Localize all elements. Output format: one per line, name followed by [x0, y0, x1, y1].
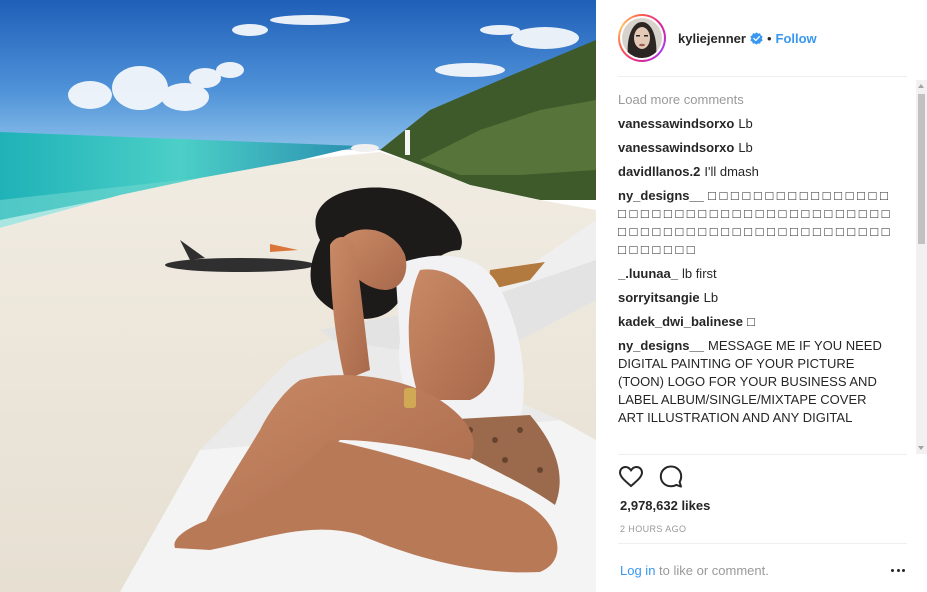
- comment-item: _.luunaa_ lb first: [618, 265, 894, 283]
- comment-username[interactable]: _.luunaa_: [618, 266, 678, 281]
- comment-username[interactable]: vanessawindsorxo: [618, 140, 734, 155]
- comment-text: I'll dmash: [704, 164, 759, 179]
- scrollbar-thumb[interactable]: [918, 94, 925, 244]
- comment-text: □: [747, 314, 755, 329]
- footer-divider: [618, 543, 907, 544]
- separator-dot: •: [766, 30, 772, 46]
- login-link[interactable]: Log in: [620, 563, 655, 578]
- comment-text: Lb: [738, 140, 753, 155]
- beach-photo-image: [0, 0, 596, 592]
- avatar-portrait-icon: [622, 18, 662, 58]
- scroll-down-arrow-icon[interactable]: [916, 442, 927, 454]
- comment-item: davidllanos.2 I'll dmash: [618, 163, 894, 181]
- header-divider: [618, 76, 907, 77]
- likes-count[interactable]: 2,978,632 likes: [620, 498, 710, 513]
- comment-username[interactable]: sorryitsangie: [618, 290, 700, 305]
- comment-username[interactable]: kadek_dwi_balinese: [618, 314, 743, 329]
- comment-item: ny_designs__ □ □ □ □ □ □ □ □ □ □ □ □ □ □ …: [618, 187, 894, 259]
- comment-item: sorryitsangie Lb: [618, 289, 894, 307]
- comment-item: vanessawindsorxo Lb: [618, 139, 894, 157]
- scroll-up-arrow-icon[interactable]: [916, 80, 927, 92]
- login-prompt-text: to like or comment.: [655, 563, 769, 578]
- comment-username[interactable]: vanessawindsorxo: [618, 116, 734, 131]
- comment-item: kadek_dwi_balinese □: [618, 313, 894, 331]
- comments-scrollbar[interactable]: [916, 80, 927, 454]
- post-photo[interactable]: [0, 0, 596, 592]
- post-username[interactable]: kyliejenner: [678, 31, 746, 46]
- comment-item: vanessawindsorxo Lb: [618, 115, 894, 133]
- follow-button[interactable]: Follow: [776, 31, 817, 46]
- post-timestamp[interactable]: 2 HOURS AGO: [620, 524, 686, 534]
- comment-username[interactable]: ny_designs__: [618, 188, 704, 203]
- comment-text: Lb: [703, 290, 719, 305]
- more-options-icon[interactable]: [891, 567, 905, 573]
- comment-username[interactable]: davidllanos.2: [618, 164, 700, 179]
- actions-divider: [618, 454, 907, 455]
- comment-username[interactable]: ny_designs__: [618, 338, 704, 353]
- post-header: kyliejenner • Follow: [618, 14, 907, 62]
- avatar[interactable]: [618, 14, 666, 62]
- verified-badge-icon: [750, 31, 763, 45]
- comment-bubble-icon[interactable]: [658, 464, 684, 490]
- comment-text: lb first: [681, 266, 717, 281]
- login-prompt: Log in to like or comment.: [620, 563, 769, 578]
- comment-item: ny_designs__ MESSAGE ME IF YOU NEED DIGIT…: [618, 337, 894, 427]
- post-actions: [618, 463, 698, 491]
- comment-text: Lb: [738, 116, 753, 131]
- comments-list[interactable]: Load more comments vanessawindsorxo Lb va…: [618, 80, 894, 454]
- heart-icon[interactable]: [618, 464, 644, 490]
- post-panel: kyliejenner • Follow Load more comments …: [596, 0, 927, 592]
- load-more-comments-button[interactable]: Load more comments: [618, 92, 894, 107]
